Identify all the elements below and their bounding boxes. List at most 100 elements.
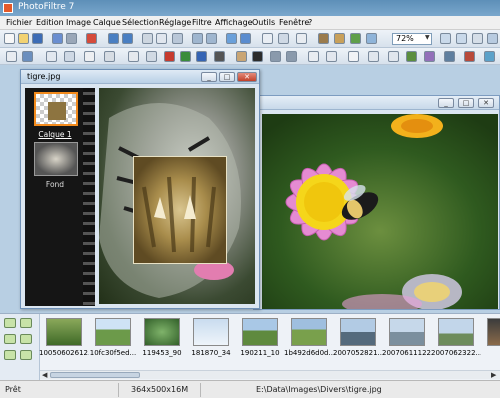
menu-fenetre[interactable]: Fenêtre: [279, 18, 309, 27]
water-drop-icon[interactable]: [368, 51, 379, 62]
scan-icon[interactable]: [52, 33, 63, 44]
window-titlebar[interactable]: tigre.jpg _ □ ✕: [21, 70, 259, 84]
menu-calque[interactable]: Calque: [93, 18, 121, 27]
fit-window-icon[interactable]: [472, 33, 483, 44]
grayscale-icon[interactable]: [214, 51, 225, 62]
layer-label-calque-1[interactable]: Calque 1: [25, 130, 85, 139]
save-icon[interactable]: [32, 33, 43, 44]
tiger-canvas[interactable]: [99, 88, 255, 304]
document-window-flower[interactable]: _ □ ✕: [253, 95, 500, 310]
negative-icon[interactable]: [252, 51, 263, 62]
layer-thumb-calque-1[interactable]: [34, 92, 78, 126]
browser-filter-icon[interactable]: [20, 334, 32, 344]
flip-vertical-icon[interactable]: [286, 51, 297, 62]
actual-size-icon[interactable]: [487, 33, 498, 44]
dropper-icon[interactable]: [348, 51, 359, 62]
effects-icon[interactable]: [444, 51, 455, 62]
thumbnail-item[interactable]: 119453_90: [140, 318, 184, 357]
text-icon[interactable]: [296, 33, 307, 44]
color-picker-icon[interactable]: [406, 51, 417, 62]
plugin-icon[interactable]: [484, 51, 495, 62]
preview-icon[interactable]: [366, 33, 377, 44]
red-channel-icon[interactable]: [164, 51, 175, 62]
calque-1-layer[interactable]: [133, 156, 227, 264]
menu-help[interactable]: ?: [308, 18, 312, 27]
menu-reglage[interactable]: Réglage: [159, 18, 191, 27]
thumbnail-item[interactable]: [483, 318, 500, 349]
layer-thumb-fond[interactable]: [34, 142, 78, 176]
close-icon[interactable]: ✕: [478, 98, 494, 108]
auto-level-icon[interactable]: [46, 51, 57, 62]
contrast-icon[interactable]: [104, 51, 115, 62]
menu-selection[interactable]: Sélection: [122, 18, 159, 27]
thumbnail-item[interactable]: 181870_34: [189, 318, 233, 357]
layer-label-fond[interactable]: Fond: [25, 180, 85, 189]
menu-image[interactable]: Image: [66, 18, 91, 27]
flower-canvas[interactable]: [262, 114, 498, 309]
canvas-size-icon[interactable]: [206, 33, 217, 44]
thumbnail-item[interactable]: 190211_10: [238, 318, 282, 357]
gradient-icon[interactable]: [424, 51, 435, 62]
thumbnail-item[interactable]: 1b492d6d0d...: [284, 318, 334, 357]
browser-view-icon[interactable]: [20, 318, 32, 328]
thumbnail-item[interactable]: 10050602612...: [39, 318, 89, 357]
menu-filtre[interactable]: Filtre: [192, 18, 212, 27]
redo-icon[interactable]: [122, 33, 133, 44]
menu-affichage[interactable]: Affichage: [215, 18, 253, 27]
paste-icon[interactable]: [156, 33, 167, 44]
scrollbar-thumb[interactable]: [50, 372, 140, 378]
auto-contrast-icon[interactable]: [64, 51, 75, 62]
new-file-icon[interactable]: [4, 33, 15, 44]
browser-refresh-icon[interactable]: [4, 350, 16, 360]
minimize-icon[interactable]: _: [438, 98, 454, 108]
copy-icon[interactable]: [86, 33, 97, 44]
thumbnail-item[interactable]: 2007052821...: [333, 318, 383, 357]
filter-icon[interactable]: [350, 33, 361, 44]
frame-icon[interactable]: [278, 33, 289, 44]
brightness-icon[interactable]: [84, 51, 95, 62]
document-window-tiger[interactable]: tigre.jpg _ □ ✕ Calque 1 Fond: [20, 69, 260, 309]
window-titlebar[interactable]: _ □ ✕: [254, 96, 499, 110]
arrow-select-icon[interactable]: [22, 51, 33, 62]
gamma-icon[interactable]: [146, 51, 157, 62]
thumbnail-item[interactable]: 10fc30f5ed...: [90, 318, 136, 357]
browser-sort-icon[interactable]: [4, 334, 16, 344]
maximize-icon[interactable]: □: [219, 72, 235, 82]
sepia-icon[interactable]: [236, 51, 247, 62]
clone-icon[interactable]: [388, 51, 399, 62]
browser-folder-icon[interactable]: [4, 318, 16, 328]
transform-icon[interactable]: [262, 33, 273, 44]
automation-icon[interactable]: [334, 33, 345, 44]
green-channel-icon[interactable]: [180, 51, 191, 62]
undo-icon[interactable]: [108, 33, 119, 44]
cut-icon[interactable]: [142, 33, 153, 44]
stamp-icon[interactable]: [318, 33, 329, 44]
saturation-icon[interactable]: [128, 51, 139, 62]
minimize-icon[interactable]: _: [201, 72, 217, 82]
print-icon[interactable]: [66, 33, 77, 44]
crop-icon[interactable]: [226, 33, 237, 44]
thumbnail-item[interactable]: 20070611122...: [382, 318, 432, 357]
zoom-out-icon[interactable]: [456, 33, 467, 44]
selection-mode-icon[interactable]: [6, 51, 17, 62]
zoom-dropdown-arrow-icon[interactable]: ▼: [425, 34, 431, 43]
zoom-in-icon[interactable]: [440, 33, 451, 44]
thumbnail-item[interactable]: 2007062322...: [431, 318, 481, 357]
flip-horizontal-icon[interactable]: [270, 51, 281, 62]
menu-fichier[interactable]: Fichier: [6, 18, 32, 27]
paste-new-icon[interactable]: [172, 33, 183, 44]
browser-options-icon[interactable]: [20, 350, 32, 360]
close-icon[interactable]: ✕: [237, 72, 257, 82]
open-folder-icon[interactable]: [18, 33, 29, 44]
menu-edition[interactable]: Edition: [36, 18, 64, 27]
browser-scrollbar[interactable]: ◀ ▶: [40, 370, 500, 379]
menu-outils[interactable]: Outils: [252, 18, 275, 27]
image-size-icon[interactable]: [192, 33, 203, 44]
blur-icon[interactable]: [308, 51, 319, 62]
texture-icon[interactable]: [464, 51, 475, 62]
layer-icon[interactable]: [240, 33, 251, 44]
sharpen-icon[interactable]: [326, 51, 337, 62]
scroll-left-icon[interactable]: ◀: [42, 371, 47, 379]
blue-channel-icon[interactable]: [196, 51, 207, 62]
scroll-right-icon[interactable]: ▶: [491, 371, 496, 379]
